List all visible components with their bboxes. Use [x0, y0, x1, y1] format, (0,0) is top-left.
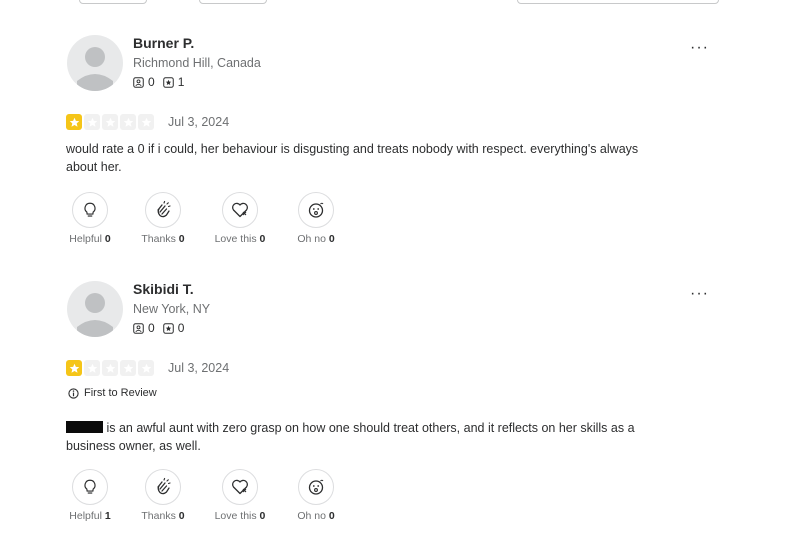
- star-icon: [120, 114, 136, 130]
- reviewer-stats: 0 0: [133, 321, 192, 335]
- reaction-count: 0: [259, 510, 266, 522]
- reaction-oh-no[interactable]: Oh no 0: [286, 192, 346, 245]
- lightbulb-icon: [84, 202, 96, 217]
- reaction-count: 0: [178, 233, 185, 245]
- review-text: is an awful aunt with zero grasp on how …: [66, 419, 651, 455]
- reviewer-stats: 0 1: [133, 75, 192, 89]
- first-to-review-badge: First to Review: [68, 387, 157, 399]
- star-icon: [138, 360, 154, 376]
- reaction-thanks[interactable]: Thanks 0: [133, 469, 193, 522]
- clapping-hands-icon: [157, 200, 171, 218]
- star-rating: [66, 114, 156, 130]
- reaction-label: Helpful: [69, 510, 102, 522]
- reaction-count: 0: [328, 233, 335, 245]
- friends-icon: [133, 76, 144, 88]
- top-button-middle[interactable]: [199, 0, 267, 4]
- reaction-label: Thanks: [141, 233, 176, 245]
- reaction-count: 0: [178, 510, 185, 522]
- reaction-count: 1: [104, 510, 111, 522]
- reaction-label: Oh no: [297, 233, 326, 245]
- reaction-helpful[interactable]: Helpful 0: [60, 192, 120, 245]
- heart-icon: [232, 479, 248, 495]
- star-icon: [138, 114, 154, 130]
- reviewer-name[interactable]: Skibidi T.: [133, 281, 194, 297]
- surprised-face-icon: [308, 479, 324, 495]
- reaction-label: Thanks: [141, 510, 176, 522]
- star-rating: [66, 360, 156, 376]
- reaction-count: 0: [328, 510, 335, 522]
- review-card: Burner P. Richmond Hill, Canada 0 1 ··· …: [66, 35, 726, 250]
- avatar[interactable]: [67, 281, 123, 337]
- reaction-label: Love this: [214, 233, 257, 245]
- star-icon: [102, 360, 118, 376]
- reaction-love[interactable]: Love this 0: [210, 192, 270, 245]
- star-icon: [84, 114, 100, 130]
- review-text-body: would rate a 0 if i could, her behaviour…: [66, 142, 639, 174]
- review-date: Jul 3, 2024: [168, 361, 230, 375]
- badge-label: First to Review: [84, 387, 157, 399]
- reviews-count: 0: [177, 321, 185, 335]
- reaction-thanks[interactable]: Thanks 0: [133, 192, 193, 245]
- star-icon: [66, 114, 82, 130]
- heart-icon: [232, 202, 248, 218]
- clapping-hands-icon: [157, 477, 171, 495]
- reviews-icon: [162, 76, 174, 88]
- star-icon: [102, 114, 118, 130]
- star-icon: [66, 360, 82, 376]
- reaction-helpful[interactable]: Helpful 1: [60, 469, 120, 522]
- friends-icon: [133, 322, 144, 334]
- friends-count: 0: [148, 75, 155, 89]
- redacted-name: [66, 421, 103, 433]
- review-card: Skibidi T. New York, NY 0 0 ··· Jul 3, 2…: [66, 281, 726, 531]
- reaction-label: Oh no: [297, 510, 326, 522]
- reaction-love[interactable]: Love this 0: [210, 469, 270, 522]
- friends-count: 0: [148, 321, 155, 335]
- reviewer-name[interactable]: Burner P.: [133, 35, 194, 51]
- top-button-left[interactable]: [79, 0, 147, 4]
- more-options-icon[interactable]: ···: [690, 39, 709, 57]
- star-icon: [120, 360, 136, 376]
- review-text-body: is an awful aunt with zero grasp on how …: [66, 421, 635, 453]
- more-options-icon[interactable]: ···: [690, 285, 709, 303]
- avatar[interactable]: [67, 35, 123, 91]
- info-circle-icon: [68, 387, 79, 399]
- review-date: Jul 3, 2024: [168, 115, 230, 129]
- top-search-field[interactable]: [517, 0, 719, 4]
- lightbulb-icon: [84, 479, 96, 494]
- surprised-face-icon: [308, 202, 324, 218]
- reaction-label: Love this: [214, 510, 257, 522]
- reaction-count: 0: [104, 233, 111, 245]
- reviewer-location: New York, NY: [133, 302, 211, 316]
- reviewer-location: Richmond Hill, Canada: [133, 56, 261, 70]
- reviews-count: 1: [177, 75, 185, 89]
- reaction-count: 0: [259, 233, 266, 245]
- star-icon: [84, 360, 100, 376]
- reviews-icon: [162, 322, 174, 334]
- reaction-oh-no[interactable]: Oh no 0: [286, 469, 346, 522]
- reaction-label: Helpful: [69, 233, 102, 245]
- review-text: would rate a 0 if i could, her behaviour…: [66, 140, 651, 176]
